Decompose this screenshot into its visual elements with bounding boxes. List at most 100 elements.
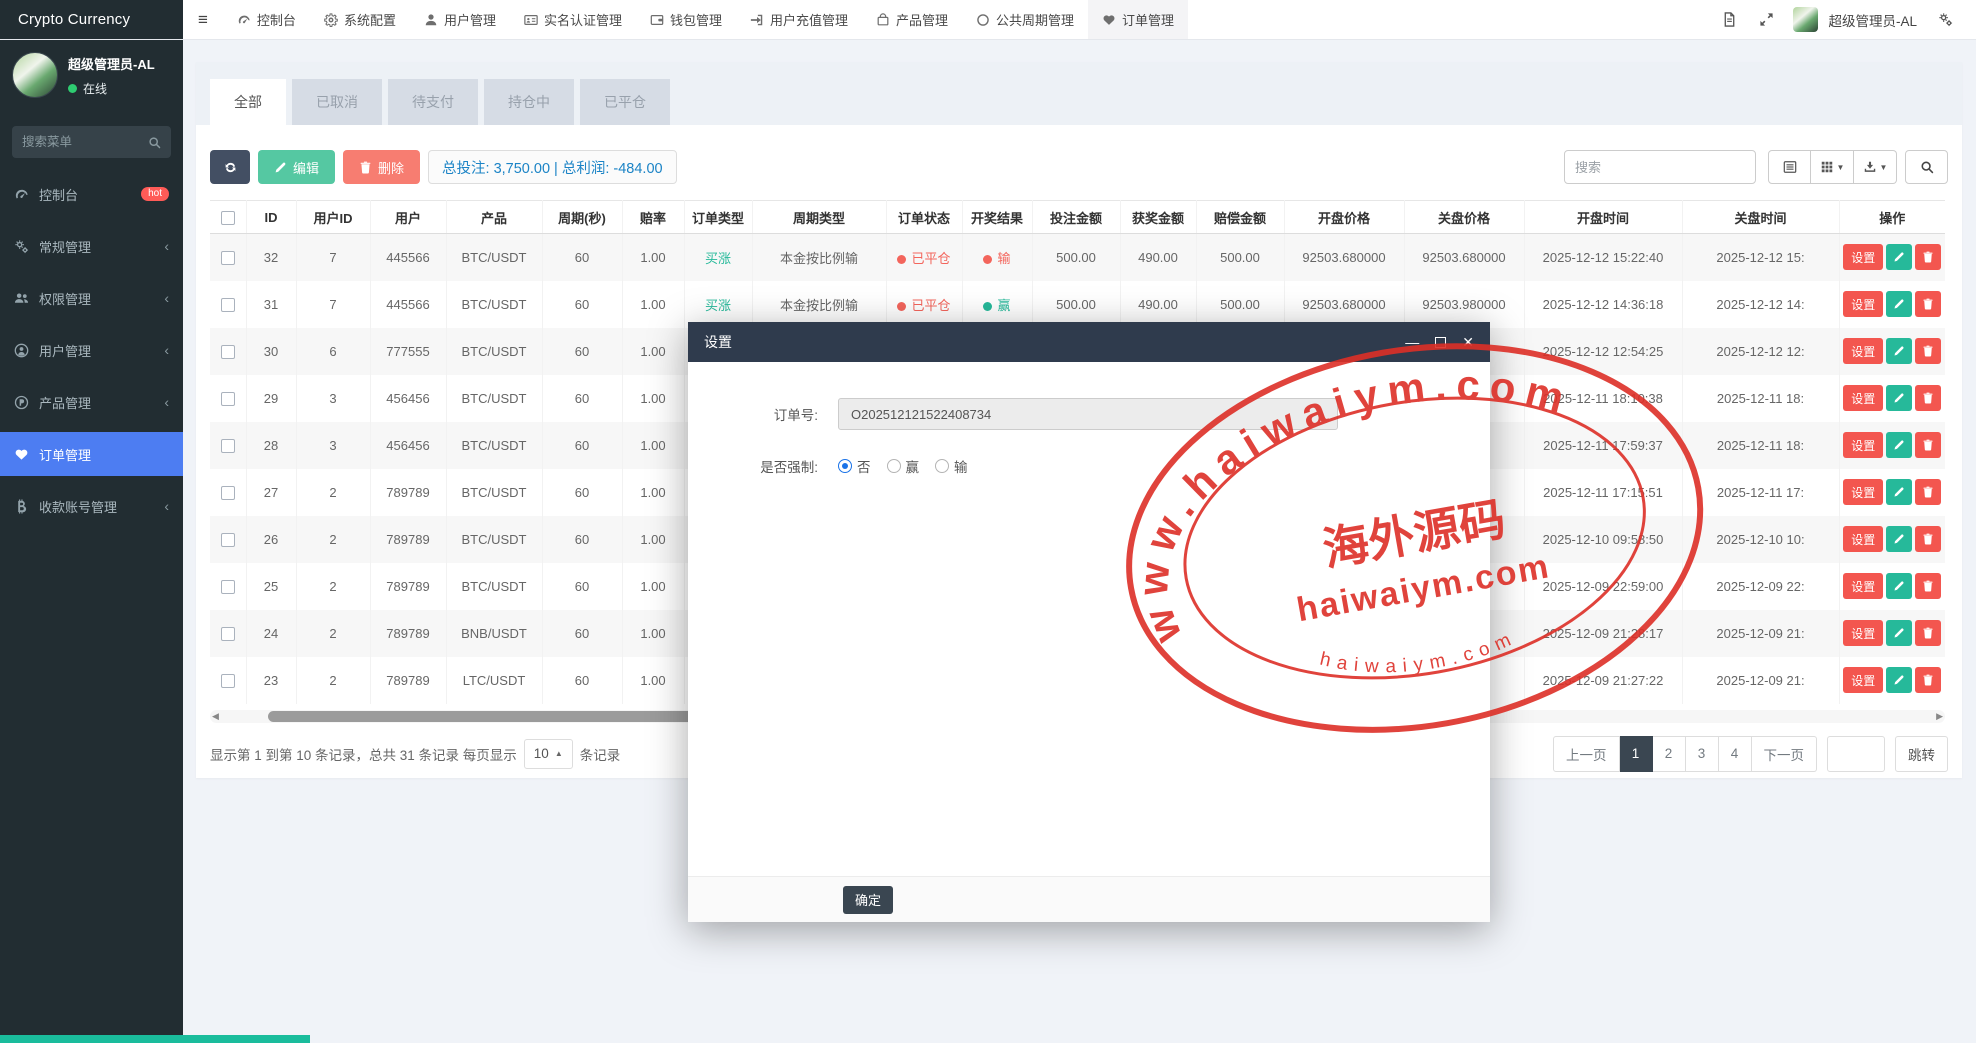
row-edit-button[interactable] <box>1886 432 1912 458</box>
row-set-button[interactable]: 设置 <box>1843 479 1883 505</box>
export-button[interactable]: ▼ <box>1854 150 1897 184</box>
row-edit-button[interactable] <box>1886 526 1912 552</box>
tab-5[interactable]: 已平仓 <box>580 79 670 125</box>
page-jump-input[interactable] <box>1827 736 1885 772</box>
column-header: 开奖结果 <box>962 201 1032 234</box>
row-checkbox[interactable] <box>221 298 235 312</box>
row-edit-button[interactable] <box>1886 244 1912 270</box>
prev-page-button[interactable]: 上一页 <box>1553 736 1620 772</box>
row-set-button[interactable]: 设置 <box>1843 432 1883 458</box>
clear-cache-icon[interactable] <box>1713 0 1746 39</box>
topnav-item-heart[interactable]: 订单管理 <box>1088 0 1188 39</box>
refresh-button[interactable] <box>210 150 250 184</box>
order-number-input[interactable] <box>838 398 1338 430</box>
topnav-item-signin[interactable]: 用户充值管理 <box>736 0 862 39</box>
avatar[interactable] <box>12 52 58 98</box>
row-edit-button[interactable] <box>1886 385 1912 411</box>
row-checkbox[interactable] <box>221 580 235 594</box>
row-edit-button[interactable] <box>1886 667 1912 693</box>
row-checkbox[interactable] <box>221 439 235 453</box>
topnav-item-circle[interactable]: 公共周期管理 <box>962 0 1088 39</box>
row-edit-button[interactable] <box>1886 291 1912 317</box>
page-jump-button[interactable]: 跳转 <box>1895 736 1948 772</box>
fullscreen-icon[interactable] <box>1750 0 1783 39</box>
edit-button[interactable]: 编辑 <box>258 150 335 184</box>
topnav-item-idcard[interactable]: 实名认证管理 <box>510 0 636 39</box>
row-set-button[interactable]: 设置 <box>1843 667 1883 693</box>
sidebar-toggle-icon[interactable]: ≡ <box>183 0 223 39</box>
topnav-username[interactable]: 超级管理员-AL <box>1828 10 1917 30</box>
row-checkbox[interactable] <box>221 345 235 359</box>
sidebar-item-bcircle[interactable]: 收款账号管理‹ <box>0 484 183 528</box>
confirm-button[interactable]: 确定 <box>843 886 893 914</box>
tab-4[interactable]: 持仓中 <box>484 79 574 125</box>
row-delete-button[interactable] <box>1915 479 1941 505</box>
table-search-input[interactable] <box>1564 150 1756 184</box>
detail-view-button[interactable] <box>1768 150 1811 184</box>
row-checkbox[interactable] <box>221 486 235 500</box>
settings-gear-icon[interactable] <box>1929 0 1962 39</box>
scroll-right-arrow[interactable]: ▶ <box>1936 711 1943 722</box>
row-delete-button[interactable] <box>1915 620 1941 646</box>
row-delete-button[interactable] <box>1915 573 1941 599</box>
tab-3[interactable]: 待支付 <box>388 79 478 125</box>
page-size-select[interactable]: 10▲ <box>524 739 573 769</box>
sidebar-item-users[interactable]: 权限管理‹ <box>0 276 183 320</box>
row-edit-button[interactable] <box>1886 338 1912 364</box>
row-delete-button[interactable] <box>1915 526 1941 552</box>
row-set-button[interactable]: 设置 <box>1843 620 1883 646</box>
tab-2[interactable]: 已取消 <box>292 79 382 125</box>
page-button-1[interactable]: 1 <box>1620 736 1653 772</box>
sidebar-search[interactable] <box>12 126 171 158</box>
avatar[interactable] <box>1793 7 1818 32</box>
page-button-4[interactable]: 4 <box>1719 736 1752 772</box>
columns-button[interactable]: ▼ <box>1811 150 1854 184</box>
topnav-item-bag[interactable]: 产品管理 <box>862 0 962 39</box>
force-option-2[interactable]: 赢 <box>887 456 920 476</box>
row-edit-button[interactable] <box>1886 573 1912 599</box>
page-button-3[interactable]: 3 <box>1686 736 1719 772</box>
select-all-checkbox[interactable] <box>221 211 235 225</box>
modal-minimize-button[interactable]: — <box>1405 335 1419 349</box>
row-delete-button[interactable] <box>1915 291 1941 317</box>
row-checkbox[interactable] <box>221 674 235 688</box>
row-set-button[interactable]: 设置 <box>1843 526 1883 552</box>
next-page-button[interactable]: 下一页 <box>1752 736 1818 772</box>
sidebar-item-heart[interactable]: 订单管理 <box>0 432 183 476</box>
row-set-button[interactable]: 设置 <box>1843 244 1883 270</box>
modal-close-button[interactable]: ✕ <box>1462 335 1474 349</box>
topnav-item-gear[interactable]: 系统配置 <box>310 0 410 39</box>
row-delete-button[interactable] <box>1915 667 1941 693</box>
force-option-3[interactable]: 输 <box>935 456 968 476</box>
force-option-1[interactable]: 否 <box>838 456 871 476</box>
row-set-button[interactable]: 设置 <box>1843 573 1883 599</box>
topnav-item-gauge[interactable]: 控制台 <box>223 0 310 39</box>
modal-header[interactable]: 设置 — ✕ <box>688 322 1490 362</box>
row-set-button[interactable]: 设置 <box>1843 338 1883 364</box>
scroll-left-arrow[interactable]: ◀ <box>212 711 219 722</box>
row-set-button[interactable]: 设置 <box>1843 291 1883 317</box>
sidebar-search-input[interactable] <box>22 135 148 149</box>
sidebar-item-usercircle[interactable]: 用户管理‹ <box>0 328 183 372</box>
page-button-2[interactable]: 2 <box>1653 736 1686 772</box>
tab-1[interactable]: 全部 <box>210 79 286 125</box>
row-delete-button[interactable] <box>1915 338 1941 364</box>
row-checkbox[interactable] <box>221 533 235 547</box>
sidebar-item-pcircle[interactable]: 产品管理‹ <box>0 380 183 424</box>
row-checkbox[interactable] <box>221 627 235 641</box>
row-delete-button[interactable] <box>1915 244 1941 270</box>
sidebar-item-gears[interactable]: 常规管理‹ <box>0 224 183 268</box>
row-checkbox[interactable] <box>221 251 235 265</box>
topnav-item-user[interactable]: 用户管理 <box>410 0 510 39</box>
row-edit-button[interactable] <box>1886 620 1912 646</box>
sidebar-item-gauge[interactable]: 控制台hot <box>0 172 183 216</box>
row-edit-button[interactable] <box>1886 479 1912 505</box>
row-checkbox[interactable] <box>221 392 235 406</box>
modal-maximize-button[interactable] <box>1435 337 1446 348</box>
row-delete-button[interactable] <box>1915 385 1941 411</box>
row-set-button[interactable]: 设置 <box>1843 385 1883 411</box>
delete-button[interactable]: 删除 <box>343 150 420 184</box>
search-button[interactable] <box>1905 150 1948 184</box>
topnav-item-wallet[interactable]: 钱包管理 <box>636 0 736 39</box>
row-delete-button[interactable] <box>1915 432 1941 458</box>
